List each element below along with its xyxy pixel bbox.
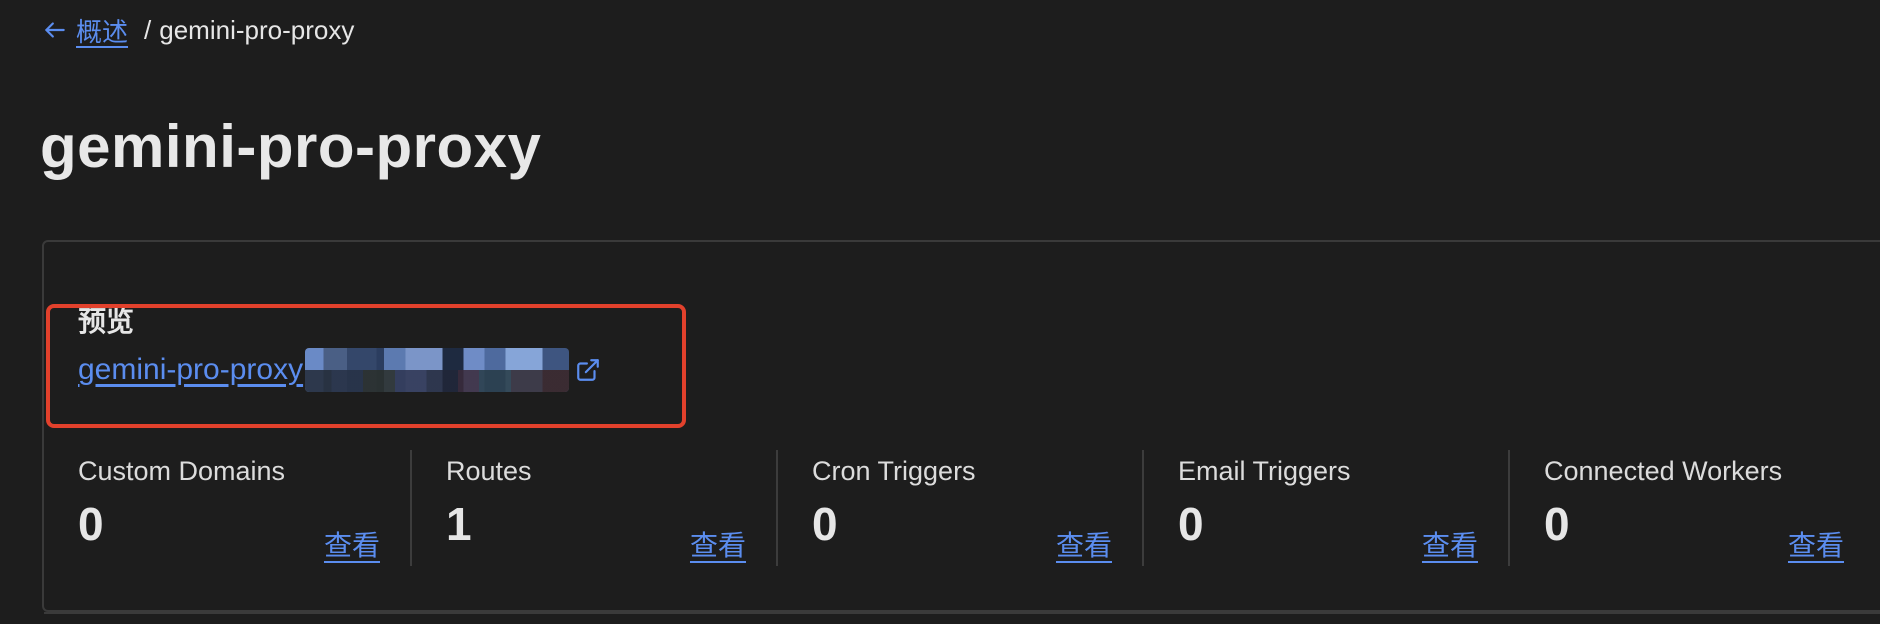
worker-overview-card: 预览 gemini-pro-proxy Custom Domains 0 查看 … [42,240,1880,614]
breadcrumb-separator: / [144,14,152,45]
stat-routes: Routes 1 查看 [410,450,776,566]
arrow-left-icon [45,22,65,38]
view-email-triggers-link[interactable]: 查看 [1422,524,1478,564]
breadcrumb-back-label[interactable]: 概述 [76,12,128,49]
stat-email-triggers: Email Triggers 0 查看 [1142,450,1508,566]
view-cron-triggers-link[interactable]: 查看 [1056,524,1112,564]
redacted-url-suffix [305,348,570,392]
stat-label: Cron Triggers [812,456,976,486]
preview-url-link[interactable]: gemini-pro-proxy [78,348,601,392]
view-connected-workers-link[interactable]: 查看 [1788,524,1844,564]
breadcrumb-current: gemini-pro-proxy [159,14,355,45]
card-divider [44,612,1880,614]
stat-cron-triggers: Cron Triggers 0 查看 [776,450,1142,566]
page-title: gemini-pro-proxy [40,113,542,180]
breadcrumb-back-link[interactable]: 概述 [42,12,128,49]
stat-label: Routes [446,456,532,486]
stats-row: Custom Domains 0 查看 Routes 1 查看 Cron Tri… [44,450,1874,566]
stat-label: Custom Domains [78,456,286,486]
view-routes-link[interactable]: 查看 [690,524,746,564]
preview-url-text[interactable]: gemini-pro-proxy [78,353,303,387]
breadcrumb: 概述 / gemini-pro-proxy [42,10,354,50]
stat-connected-workers: Connected Workers 0 查看 [1508,450,1874,566]
view-custom-domains-link[interactable]: 查看 [324,524,380,564]
preview-section: 预览 gemini-pro-proxy [78,300,601,392]
stat-label: Email Triggers [1178,456,1351,486]
preview-label: 预览 [78,306,135,337]
stat-label: Connected Workers [1544,456,1783,486]
external-link-icon[interactable] [575,357,601,383]
stat-custom-domains: Custom Domains 0 查看 [44,450,410,566]
